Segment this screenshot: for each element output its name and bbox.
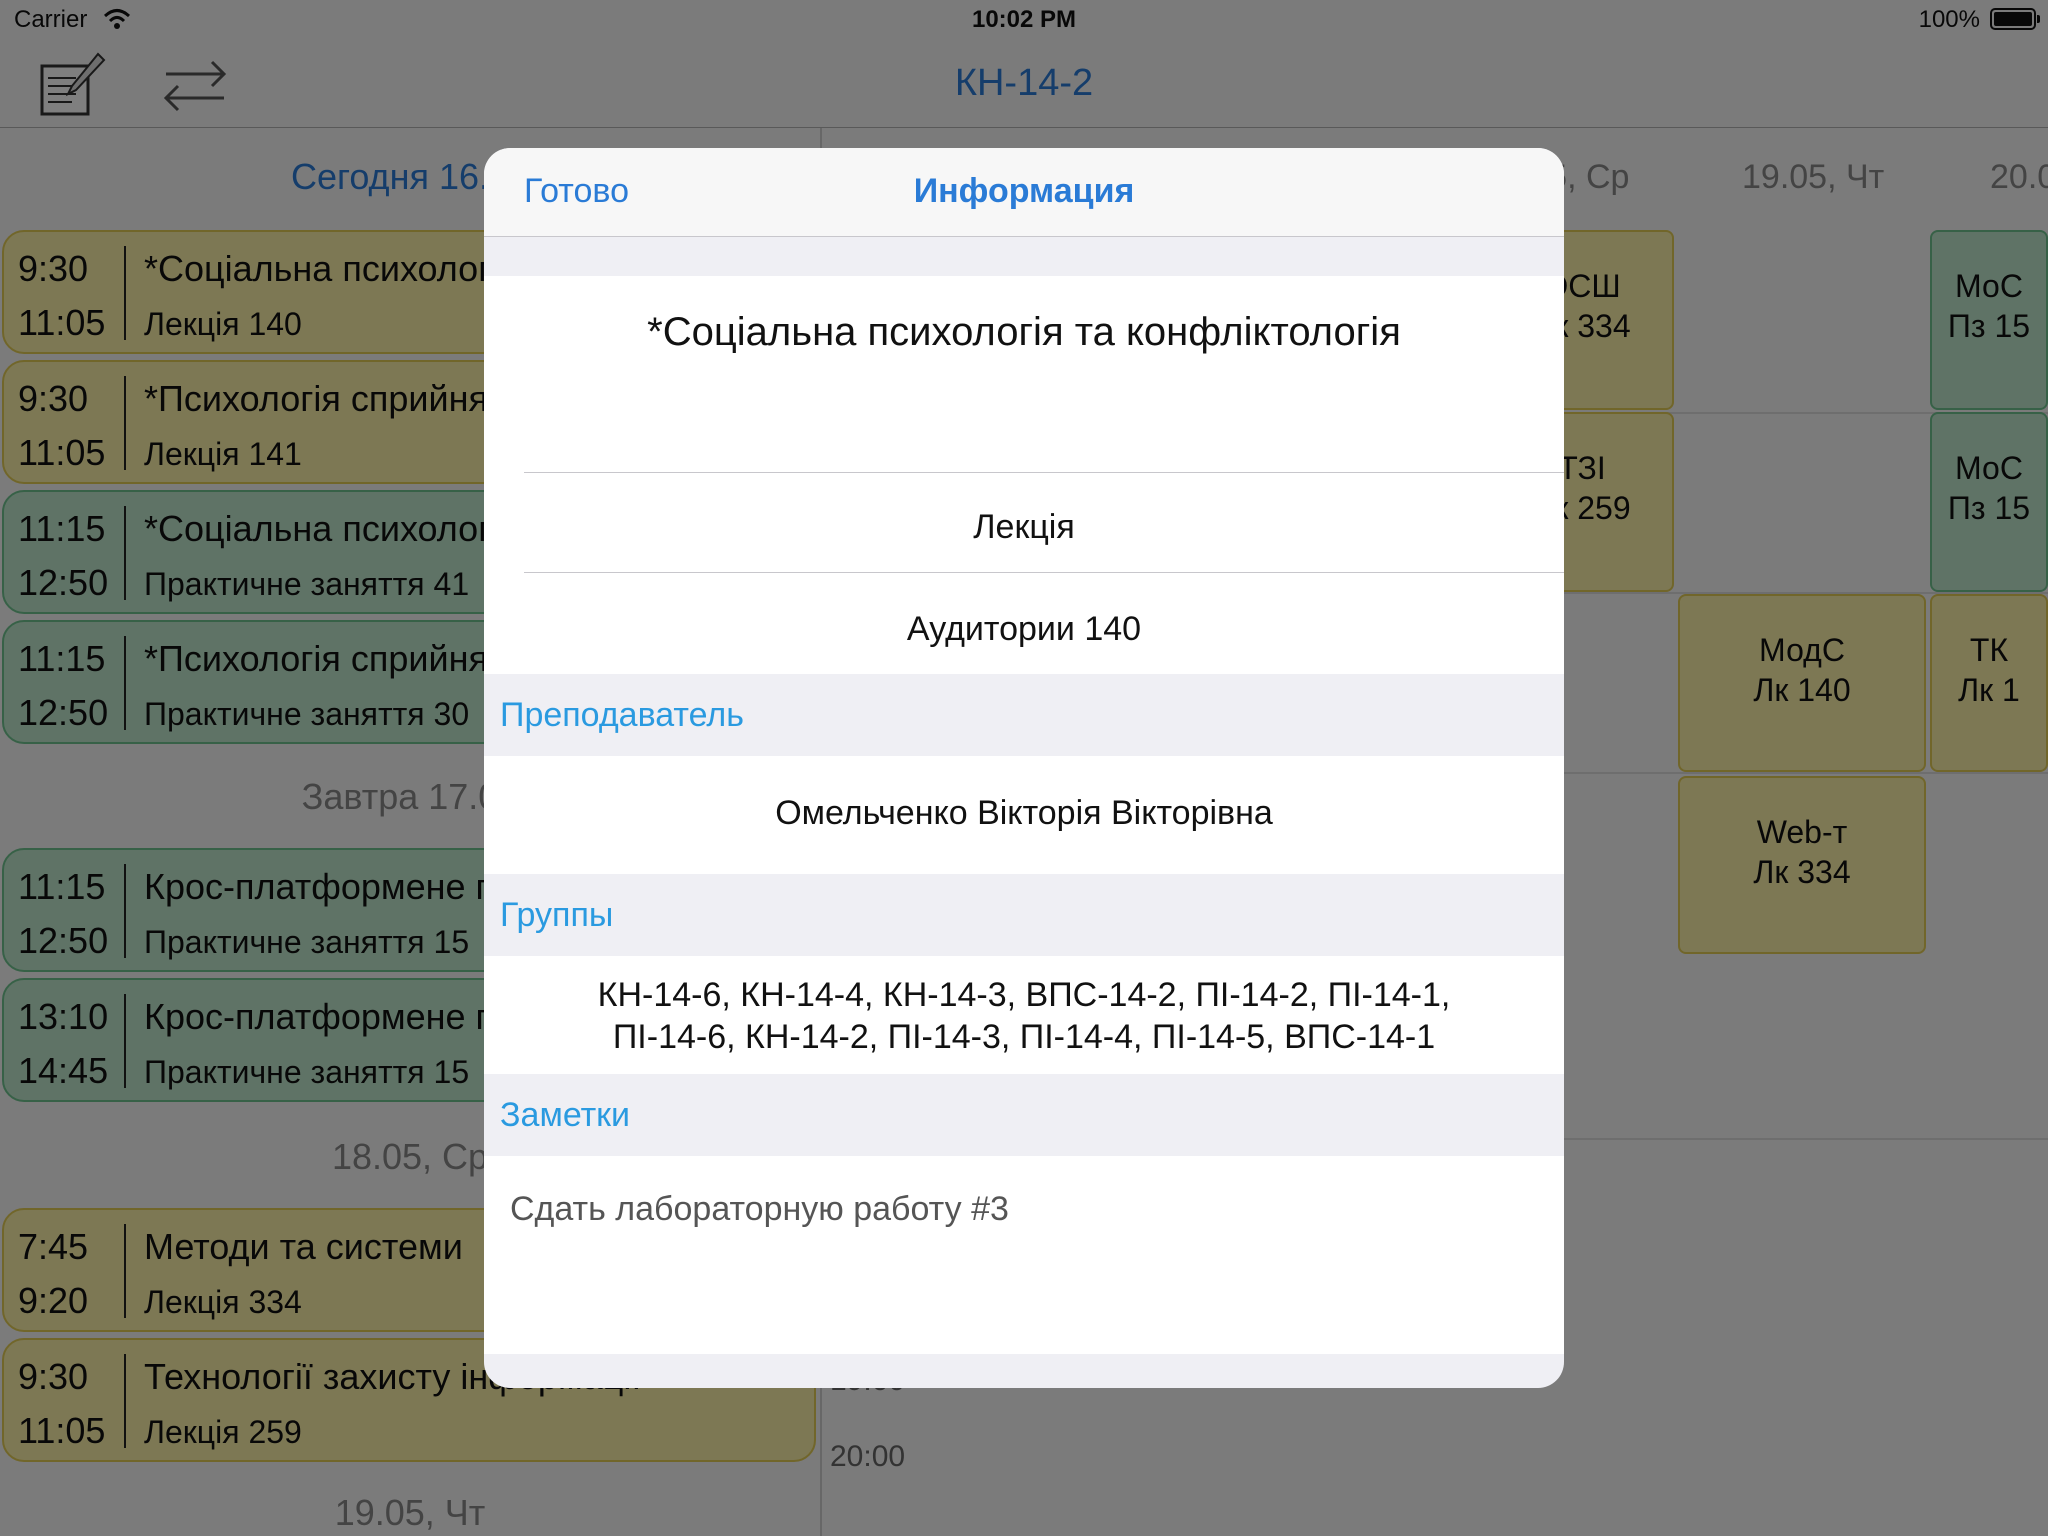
notes-section-header: Заметки	[500, 1096, 631, 1134]
groups-section-header: Группы	[500, 896, 614, 934]
groups-line: КН-14-6, КН-14-4, КН-14-3, ВПС-14-2, ПІ-…	[597, 976, 1451, 1014]
notes-text[interactable]: Сдать лабораторную работу #3	[510, 1190, 1009, 1229]
teacher-name: Омельченко Вікторія Вікторівна	[775, 794, 1273, 832]
modal-title: Информация	[913, 172, 1135, 210]
modal-header: Готово Информация	[484, 148, 1564, 237]
teacher-section-header: Преподаватель	[500, 696, 744, 734]
notes-section[interactable]: Сдать лабораторную работу #3	[484, 1156, 1564, 1354]
subject-name: *Соціальна психологія та конфліктологія	[647, 310, 1401, 354]
lesson-info-section: *Соціальна психологія та конфліктологія …	[484, 276, 1564, 674]
lesson-room: Аудитории 140	[906, 610, 1142, 648]
groups-section: КН-14-6, КН-14-4, КН-14-3, ВПС-14-2, ПІ-…	[484, 956, 1564, 1074]
info-modal: Готово Информация *Соціальна психологія …	[484, 148, 1564, 1388]
teacher-section: Омельченко Вікторія Вікторівна	[484, 756, 1564, 874]
groups-line: ПІ-14-6, КН-14-2, ПІ-14-3, ПІ-14-4, ПІ-1…	[612, 1018, 1436, 1056]
lesson-type: Лекція	[973, 508, 1075, 546]
row-separator	[524, 572, 1564, 573]
row-separator	[524, 472, 1564, 473]
